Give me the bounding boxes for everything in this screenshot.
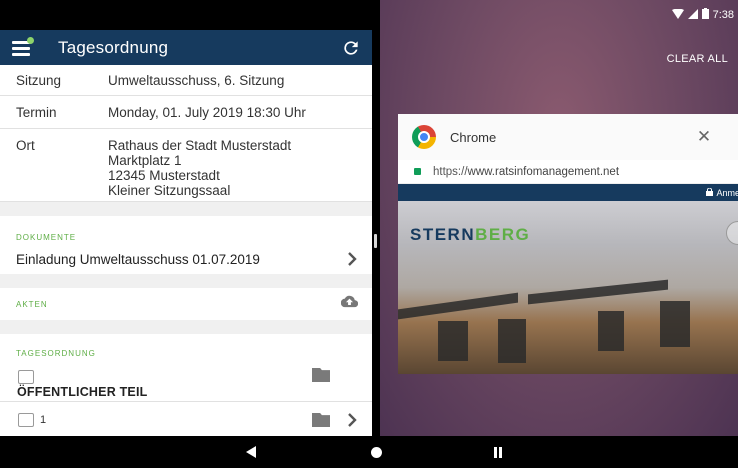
url-scheme: https:// [433,165,468,178]
ort-value: Rathaus der Stadt Musterstadt Marktplatz… [108,138,372,198]
recents-overview: 7:38 CLEAR ALL Chrome ✕ https://www.rats… [380,0,738,436]
hamburger-menu-icon[interactable] [12,36,34,57]
url-text: https://www.ratsinfomanagement.net [433,166,619,178]
dokumente-label: DOKUMENTE [16,233,77,242]
secure-lock-icon [414,168,421,175]
termin-value: Monday, 01. July 2019 18:30 Uhr [108,104,306,120]
split-screen-divider[interactable] [372,0,380,436]
page-title: Tagesordnung [58,37,169,57]
agenda-sub-item-number: 1 [40,414,47,426]
agenda-item[interactable]: ÖFFENTLICHER TEIL [0,362,372,402]
status-bar-left [0,0,372,30]
termin-row: Termin Monday, 01. July 2019 18:30 Uhr [0,96,372,129]
chevron-right-icon [346,413,358,427]
status-bar-right: 7:38 [671,0,738,30]
sitzung-label: Sitzung [16,72,62,88]
url-host: www.ratsinfomanagement.net [467,165,620,178]
app-bar: Tagesordnung [0,30,372,65]
ort-line: Kleiner Sitzungssaal [108,183,231,198]
logo-part-b: BERG [475,225,531,244]
ort-row: Ort Rathaus der Stadt Musterstadt Marktp… [0,129,372,202]
site-header-bar: Anme [398,184,738,201]
screen: Tagesordnung Sitzung Umweltausschuss, 6.… [0,0,738,468]
wifi-icon [671,8,684,22]
chevron-right-icon [346,252,358,266]
refresh-icon[interactable] [340,37,362,59]
comment-icon[interactable] [18,413,34,427]
slider-arrow-icon [726,221,738,245]
home-icon[interactable] [371,447,382,458]
recent-app-card[interactable]: Chrome ✕ https://www.ratsinfomanagement.… [398,114,738,374]
battery-icon [701,8,709,22]
chrome-icon [412,125,436,149]
back-icon[interactable] [246,446,256,458]
akten-header: AKTEN [0,288,372,320]
akten-label: AKTEN [16,299,48,309]
folder-icon[interactable] [312,368,330,382]
folder-icon[interactable] [312,413,330,427]
section-divider [0,320,372,334]
card-title: Chrome [450,129,497,145]
cloud-upload-icon[interactable] [340,295,359,313]
sitzung-value: Umweltausschuss, 6. Sitzung [108,72,285,88]
logo-part-a: STERN [410,225,476,244]
url-bar: https://www.ratsinfomanagement.net [398,160,738,184]
section-divider [0,274,372,288]
ort-line: Marktplatz 1 [108,153,182,168]
clear-all-button[interactable]: CLEAR ALL [667,53,728,65]
status-time: 7:38 [712,9,734,21]
agenda-item-title: ÖFFENTLICHER TEIL [17,385,148,399]
sitzung-row: Sitzung Umweltausschuss, 6. Sitzung [0,65,372,96]
site-hero-image: STERNBERG [398,201,738,374]
tagesordnung-header: TAGESORDNUNG [0,334,372,362]
comment-icon[interactable] [18,370,34,384]
navigation-bar [0,436,738,468]
divider-handle[interactable] [374,234,377,248]
lock-icon [706,187,714,198]
agenda-sub-item[interactable]: 1 [0,402,372,432]
close-icon[interactable]: ✕ [696,127,712,147]
split-screen-icon[interactable] [493,447,503,458]
document-title: Einladung Umweltausschuss 01.07.2019 [16,251,260,267]
app-pane: Tagesordnung Sitzung Umweltausschuss, 6.… [0,0,372,436]
section-divider [0,202,372,216]
ort-line: 12345 Musterstadt [108,168,220,183]
site-logo: STERNBERG [410,225,530,245]
ort-label: Ort [16,138,35,153]
ort-line: Rathaus der Stadt Musterstadt [108,138,292,153]
site-login-text: Anme [716,187,738,198]
card-header: Chrome ✕ [398,114,738,160]
document-item[interactable]: Einladung Umweltausschuss 01.07.2019 [0,244,372,274]
tagesordnung-label: TAGESORDNUNG [16,349,96,358]
signal-icon [687,8,698,22]
termin-label: Termin [16,104,57,120]
dokumente-header: DOKUMENTE [0,216,372,244]
